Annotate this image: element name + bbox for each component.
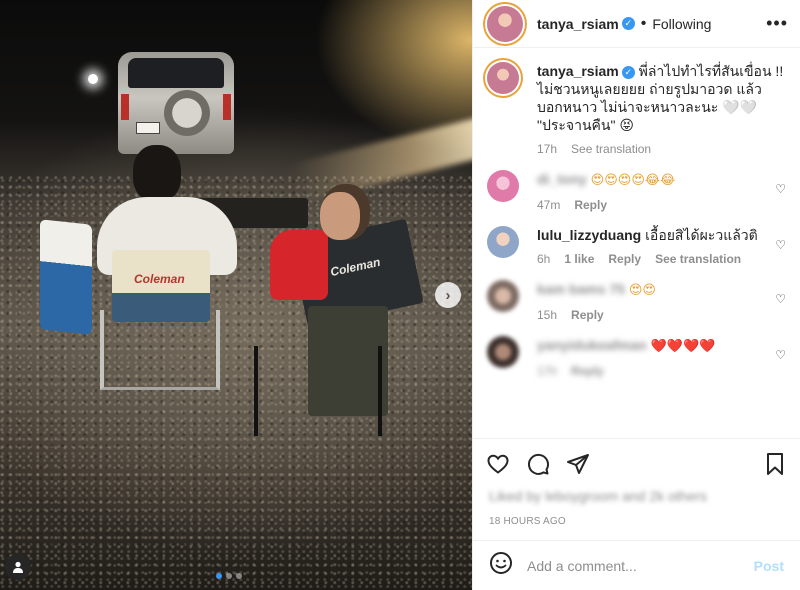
save-button[interactable] <box>762 451 788 477</box>
post-photo[interactable]: Coleman Coleman › <box>0 0 472 590</box>
separator-dot: • <box>640 14 647 32</box>
author-username[interactable]: tanya_rsiam <box>537 16 619 32</box>
comment-item: di_tony 😍😍😍😍😂😂 47m Reply ♡ <box>487 170 786 212</box>
like-comment-heart-icon[interactable]: ♡ <box>775 182 786 196</box>
share-button[interactable] <box>565 451 591 477</box>
comment-icon <box>527 453 549 475</box>
emoji-icon <box>490 552 512 574</box>
comment-time[interactable]: 17h <box>537 364 557 378</box>
share-icon <box>567 453 589 474</box>
like-comment-heart-icon[interactable]: ♡ <box>775 238 786 252</box>
reply-button[interactable]: Reply <box>571 308 604 322</box>
like-button[interactable] <box>485 451 511 477</box>
reply-button[interactable]: Reply <box>571 364 604 378</box>
add-comment-bar: Post <box>473 540 800 590</box>
commenter-avatar[interactable] <box>487 226 519 258</box>
comment-item: yanyidukeafman ❤️❤️❤️❤️ 17h Reply ♡ <box>487 336 786 378</box>
carousel-dot <box>216 573 222 579</box>
suv-vehicle <box>118 52 234 154</box>
comment-time[interactable]: 6h <box>537 252 550 266</box>
comment-item: kam bams 75 😍😍 15h Reply ♡ <box>487 280 786 322</box>
camp-chair-left: Coleman <box>100 250 220 390</box>
commenter-avatar[interactable] <box>487 280 519 312</box>
caption-username[interactable]: tanya_rsiam <box>537 63 619 79</box>
verified-icon: ✓ <box>621 17 635 30</box>
post-comment-button[interactable]: Post <box>754 558 784 574</box>
comment-text: เอื้อยสิได้ผะวแล้วติ <box>645 227 758 243</box>
comment-username[interactable]: kam bams 75 <box>537 281 625 297</box>
chair-brand-label: Coleman <box>134 272 185 286</box>
comment-item: lulu_lizzyduang เอื้อยสิได้ผะวแล้วติ 6h … <box>487 226 786 266</box>
carousel-next-button[interactable]: › <box>435 282 461 308</box>
comment-button[interactable] <box>525 451 551 477</box>
more-icon[interactable]: ••• <box>766 13 788 34</box>
comment-input[interactable] <box>527 557 754 574</box>
comment-likes-count[interactable]: 1 like <box>564 252 594 266</box>
carousel-indicator <box>216 573 242 579</box>
like-comment-heart-icon[interactable]: ♡ <box>775 348 786 362</box>
following-button[interactable]: Following <box>652 16 711 32</box>
carousel-dot <box>236 573 242 579</box>
caption-time[interactable]: 17h <box>537 142 557 156</box>
emoji-picker-button[interactable] <box>489 551 513 580</box>
heart-icon <box>487 454 509 474</box>
comment-username[interactable]: lulu_lizzyduang <box>537 227 641 243</box>
likes-summary[interactable]: Liked by leboygroom and 2k others <box>473 488 800 510</box>
author-avatar[interactable] <box>487 5 523 42</box>
tag-icon <box>13 561 23 573</box>
person-smiling <box>268 190 388 310</box>
post-header: tanya_rsiam ✓ • Following ••• <box>473 0 800 48</box>
see-translation-link[interactable]: See translation <box>655 252 741 266</box>
reply-button[interactable]: Reply <box>574 198 607 212</box>
comment-time[interactable]: 15h <box>537 308 557 322</box>
tagged-users-button[interactable] <box>5 554 31 580</box>
author-avatar[interactable] <box>487 62 519 94</box>
person-back-view <box>95 145 237 275</box>
post-viewer: Coleman Coleman › tanya_rsiam ✓ • Follow… <box>0 0 800 590</box>
bookmark-icon <box>767 452 783 475</box>
flashlight-glow <box>88 74 98 84</box>
commenter-avatar[interactable] <box>487 336 519 368</box>
comment-text: 😍😍😍😍😂😂 <box>590 173 676 188</box>
verified-icon: ✓ <box>621 65 635 79</box>
post-timestamp[interactable]: 18 HOURS AGO <box>473 510 800 540</box>
carousel-dot <box>226 573 232 579</box>
post-side-panel: tanya_rsiam ✓ • Following ••• tanya_rsia… <box>472 0 800 590</box>
comment-username[interactable]: di_tony <box>537 171 587 187</box>
post-caption: tanya_rsiam ✓ พี่ล่าไปทำไรที่สันเขื่อน !!… <box>487 62 786 156</box>
comment-username[interactable]: yanyidukeafman <box>537 337 647 353</box>
action-bar <box>473 438 800 488</box>
comment-time[interactable]: 47m <box>537 198 560 212</box>
comment-text: 😍😍 <box>628 283 656 298</box>
commenter-avatar[interactable] <box>487 170 519 202</box>
reply-button[interactable]: Reply <box>608 252 641 266</box>
comments-list[interactable]: tanya_rsiam ✓ พี่ล่าไปทำไรที่สันเขื่อน !!… <box>473 48 800 438</box>
comment-text: ❤️❤️❤️❤️ <box>650 339 716 354</box>
see-translation-link[interactable]: See translation <box>571 142 651 156</box>
like-comment-heart-icon[interactable]: ♡ <box>775 292 786 306</box>
likes-text[interactable]: Liked by leboygroom and 2k others <box>489 488 707 504</box>
chevron-right-icon: › <box>445 286 451 304</box>
cooler-box <box>40 219 92 335</box>
